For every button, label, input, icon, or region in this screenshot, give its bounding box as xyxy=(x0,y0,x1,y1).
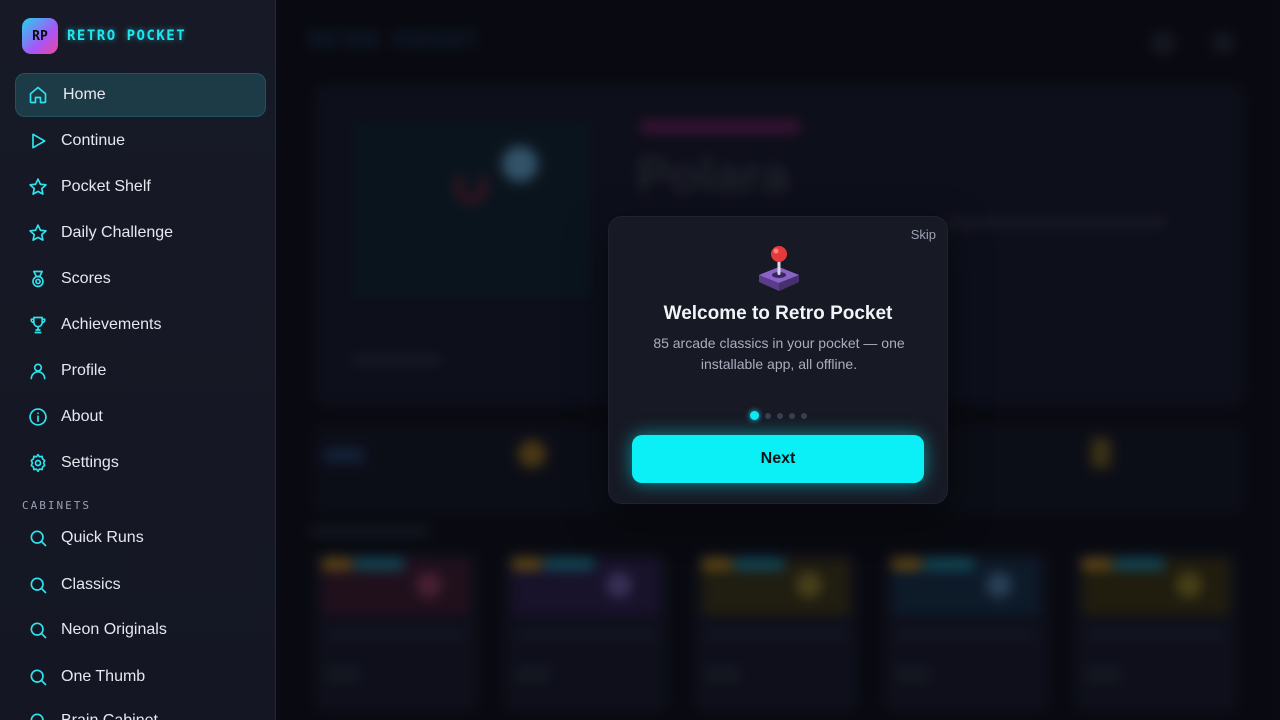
cabinet-item-classics[interactable]: Classics xyxy=(15,563,266,607)
search-icon xyxy=(27,666,49,688)
cabinet-label: Quick Runs xyxy=(61,529,144,546)
cabinet-label: Brain Cabinet xyxy=(61,712,158,720)
nav-label: Pocket Shelf xyxy=(61,178,151,195)
search-icon xyxy=(27,710,49,720)
nav-label: About xyxy=(61,408,103,425)
nav-item-profile[interactable]: Profile xyxy=(15,349,266,393)
welcome-dialog: Skip Welcome to Retro Pocket 85 arcade c… xyxy=(608,216,948,504)
user-icon xyxy=(27,360,49,382)
star-icon xyxy=(27,222,49,244)
nav-item-home[interactable]: Home xyxy=(15,73,266,117)
nav-item-continue[interactable]: Continue xyxy=(15,119,266,163)
sidebar: RP RETRO POCKET Home Continue Pocket She… xyxy=(0,0,276,720)
cabinet-label: Classics xyxy=(61,576,121,593)
joystick-icon xyxy=(757,245,801,293)
search-icon xyxy=(27,574,49,596)
nav-item-pocket-shelf[interactable]: Pocket Shelf xyxy=(15,165,266,209)
search-icon xyxy=(27,527,49,549)
medal-icon xyxy=(27,268,49,290)
nav-label: Home xyxy=(63,86,106,103)
nav-item-daily-challenge[interactable]: Daily Challenge xyxy=(15,211,266,255)
cabinet-item-quick-runs[interactable]: Quick Runs xyxy=(15,516,266,560)
step-dot xyxy=(788,413,795,419)
gear-icon xyxy=(27,452,49,474)
cabinets-heading: CABINETS xyxy=(22,499,91,512)
star-icon xyxy=(27,176,49,198)
main-content: RETRO POCKET Polara Skip Welcome to Retr… xyxy=(276,0,1280,720)
cabinet-label: Neon Originals xyxy=(61,621,167,638)
cabinet-item-one-thumb[interactable]: One Thumb xyxy=(15,655,266,699)
step-dot xyxy=(800,413,807,419)
nav-label: Profile xyxy=(61,362,107,379)
info-icon xyxy=(27,406,49,428)
skip-button[interactable]: Skip xyxy=(911,227,936,242)
brand-name: RETRO POCKET xyxy=(67,28,187,44)
step-indicator xyxy=(609,411,947,420)
play-icon xyxy=(27,130,49,152)
brand-logo: RP xyxy=(22,18,58,54)
nav-item-settings[interactable]: Settings xyxy=(15,441,266,485)
nav-label: Daily Challenge xyxy=(61,224,174,241)
nav-label: Settings xyxy=(61,454,119,471)
trophy-icon xyxy=(27,314,49,336)
step-dot xyxy=(764,413,771,419)
next-button[interactable]: Next xyxy=(632,435,924,483)
nav-label: Achievements xyxy=(61,316,162,333)
step-dot xyxy=(776,413,783,419)
brand[interactable]: RP RETRO POCKET xyxy=(22,18,186,54)
nav-item-about[interactable]: About xyxy=(15,395,266,439)
search-icon xyxy=(27,619,49,641)
cabinet-label: One Thumb xyxy=(61,668,146,685)
nav-item-scores[interactable]: Scores xyxy=(15,257,266,301)
nav-item-achievements[interactable]: Achievements xyxy=(15,303,266,347)
dialog-title: Welcome to Retro Pocket xyxy=(663,303,893,324)
cabinet-item-neon-originals[interactable]: Neon Originals xyxy=(15,608,266,652)
cabinet-item-brain-cabinet[interactable]: Brain Cabinet xyxy=(15,699,266,720)
nav-label: Scores xyxy=(61,270,111,287)
dialog-body: 85 arcade classics in your pocket — one … xyxy=(653,335,905,372)
home-icon xyxy=(27,84,49,106)
nav-label: Continue xyxy=(61,132,126,149)
step-dot-active xyxy=(749,411,759,420)
